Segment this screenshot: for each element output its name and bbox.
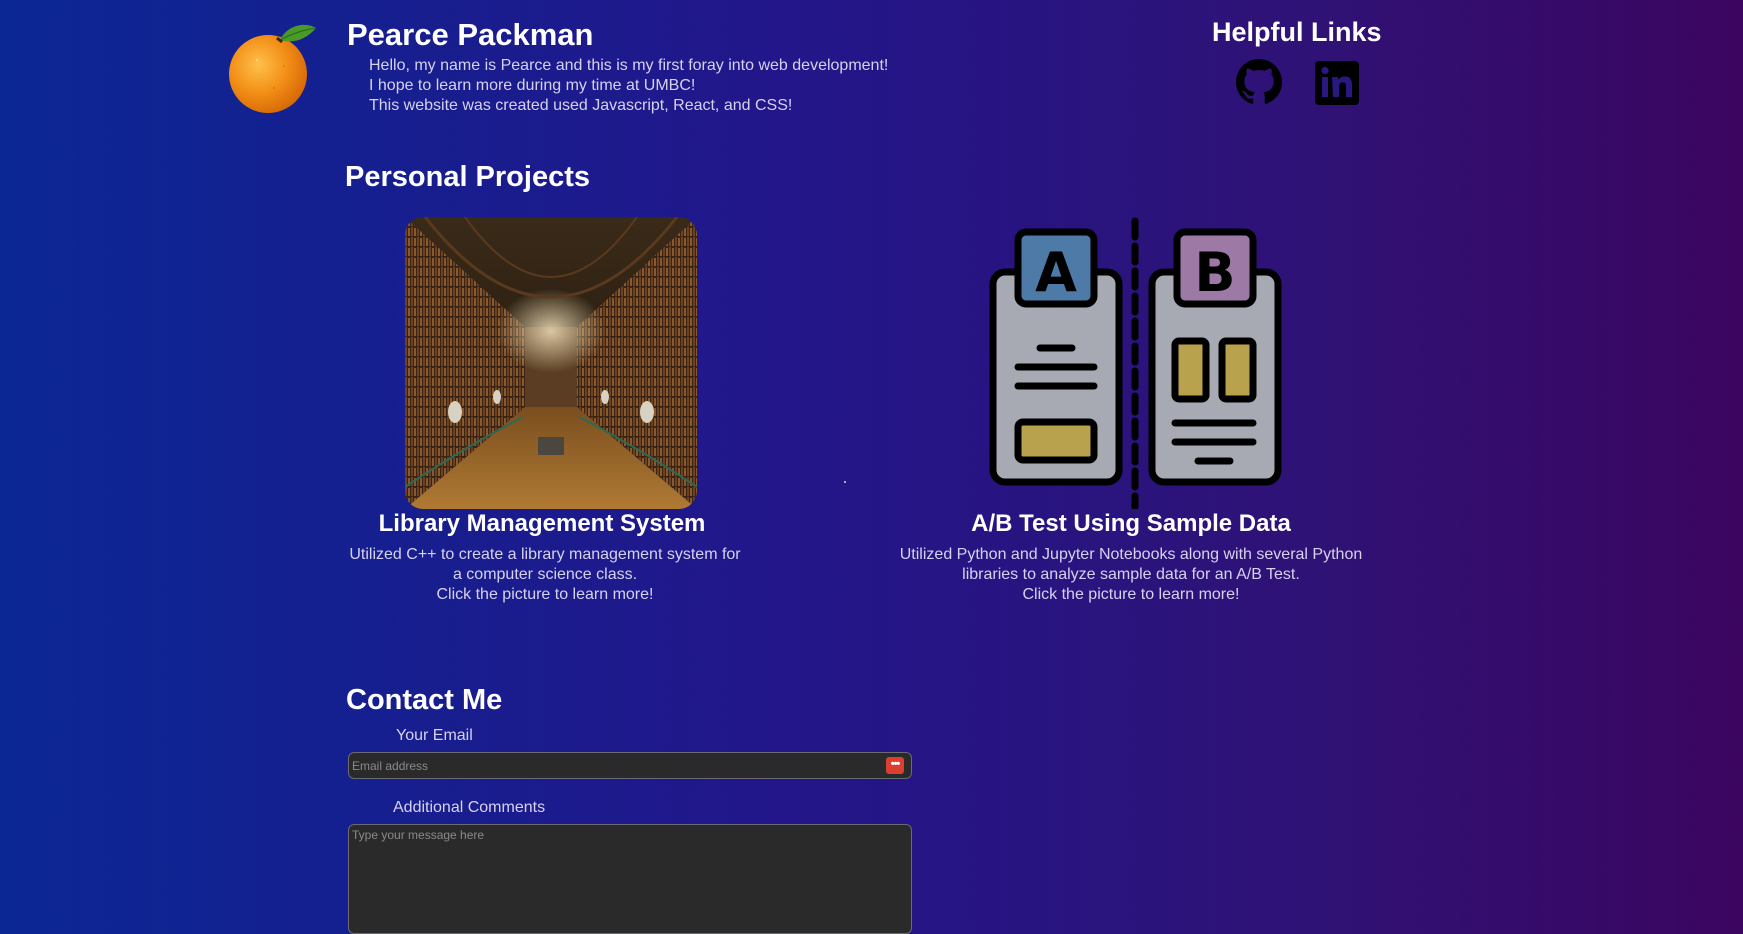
comments-label: Additional Comments xyxy=(393,799,546,816)
ab-test-icon[interactable]: A B xyxy=(985,217,1285,511)
panel-letter-a: A xyxy=(1035,241,1077,304)
site-title: Pearce Packman xyxy=(347,17,594,52)
helpful-links-title: Helpful Links xyxy=(1212,17,1382,47)
intro-line: I hope to learn more during my time at U… xyxy=(369,77,696,94)
comments-field[interactable] xyxy=(348,824,912,934)
orange-logo-icon xyxy=(222,18,322,118)
description-line: Click the picture to learn more! xyxy=(1022,586,1240,603)
stray-dot xyxy=(844,481,846,483)
project-title-ab-test: A/B Test Using Sample Data xyxy=(971,510,1291,537)
description-line: Utilized Python and Jupyter Notebooks al… xyxy=(899,546,1363,563)
library-hall-image[interactable] xyxy=(405,217,697,509)
description-line: a computer science class. xyxy=(452,566,638,583)
github-icon[interactable] xyxy=(1236,59,1282,105)
project-title-library: Library Management System xyxy=(378,510,706,537)
panel-letter-b: B xyxy=(1194,241,1235,304)
project-description-library: Utilized C++ to create a library managem… xyxy=(340,545,750,605)
personal-projects-title: Personal Projects xyxy=(345,161,590,193)
project-description-ab-test: Utilized Python and Jupyter Notebooks al… xyxy=(880,545,1382,605)
contact-me-title: Contact Me xyxy=(346,684,503,716)
intro-line: Hello, my name is Pearce and this is my … xyxy=(369,57,889,74)
linkedin-icon[interactable] xyxy=(1314,60,1360,106)
email-label: Your Email xyxy=(396,727,473,744)
description-line: libraries to analyze sample data for an … xyxy=(962,566,1300,583)
description-line: Utilized C++ to create a library managem… xyxy=(349,546,741,563)
email-field[interactable] xyxy=(348,752,912,779)
intro-line: This website was created used Javascript… xyxy=(369,97,793,114)
description-line: Click the picture to learn more! xyxy=(436,586,654,603)
password-manager-autofill-icon[interactable]: ••• xyxy=(886,757,904,774)
